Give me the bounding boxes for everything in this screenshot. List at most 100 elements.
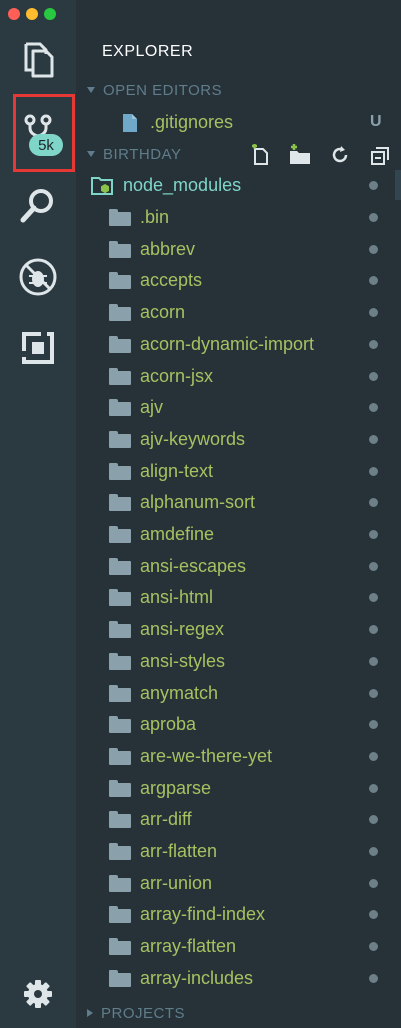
file-icon (123, 113, 137, 132)
folder-name: ansi-html (140, 587, 214, 607)
modified-dot (369, 372, 378, 381)
modified-dot (369, 879, 378, 888)
folder-row[interactable]: arr-union (76, 868, 401, 899)
root-folder-name: node_modules (123, 175, 242, 195)
folder-row[interactable]: acorn-dynamic-import (76, 329, 401, 360)
folder-name: alphanum-sort (140, 492, 256, 512)
modified-dot (369, 689, 378, 698)
folder-name: ajv-keywords (140, 429, 246, 449)
folder-icon (109, 272, 131, 289)
close-window-button[interactable] (8, 8, 20, 20)
folder-row[interactable]: ansi-styles (76, 646, 401, 677)
modified-dot (369, 784, 378, 793)
folder-icon (109, 843, 131, 860)
folder-icon (109, 875, 131, 892)
folder-name: ajv (140, 397, 164, 417)
folder-row[interactable]: are-we-there-yet (76, 741, 401, 772)
folder-row[interactable]: argparse (76, 773, 401, 804)
folder-icon (109, 938, 131, 955)
explorer-sidebar: EXPLORER OPEN EDITORS .gitignores U BIRT… (76, 0, 401, 1028)
folder-row[interactable]: ansi-escapes (76, 551, 401, 582)
modified-dot (369, 720, 378, 729)
open-editor-item[interactable]: .gitignores (76, 107, 401, 138)
folder-icon (109, 685, 131, 702)
extensions-icon[interactable] (0, 331, 76, 365)
folder-name: ansi-regex (140, 619, 225, 639)
modified-dot (369, 181, 378, 190)
folder-icon (109, 716, 131, 733)
folder-row[interactable]: ansi-html (76, 582, 401, 613)
maximize-window-button[interactable] (44, 8, 56, 20)
folder-row[interactable]: ajv (76, 392, 401, 423)
debug-icon[interactable] (0, 256, 76, 298)
folder-name: amdefine (140, 524, 215, 544)
folder-row[interactable]: ajv-keywords (76, 424, 401, 455)
folder-icon (109, 399, 131, 416)
modified-dot (369, 403, 378, 412)
folder-row[interactable]: ansi-regex (76, 614, 401, 645)
folder-row[interactable]: acorn-jsx (76, 361, 401, 392)
projects-section[interactable]: PROJECTS (76, 1001, 401, 1025)
open-editors-section[interactable]: OPEN EDITORS (76, 78, 401, 102)
explorer-title: EXPLORER (102, 43, 194, 60)
chevron-down-icon (87, 151, 95, 157)
folder-row[interactable]: .bin (76, 202, 401, 233)
folder-row[interactable]: amdefine (76, 519, 401, 550)
folder-icon (109, 304, 131, 321)
node-folder-icon (91, 177, 113, 195)
folder-name: anymatch (140, 683, 219, 703)
folder-row[interactable]: abbrev (76, 234, 401, 265)
folder-row[interactable]: alphanum-sort (76, 487, 401, 518)
activity-bar: 5k (0, 0, 76, 1028)
folder-name: align-text (140, 461, 214, 481)
folder-name: ansi-styles (140, 651, 226, 671)
modified-dot (369, 815, 378, 824)
folder-row[interactable]: aproba (76, 709, 401, 740)
folder-row[interactable]: accepts (76, 265, 401, 296)
modified-dot (369, 467, 378, 476)
folder-name: argparse (140, 778, 212, 798)
open-editor-filename: .gitignores (150, 112, 234, 132)
folder-name: acorn-dynamic-import (140, 334, 315, 354)
folder-row[interactable]: anymatch (76, 678, 401, 709)
modified-dot (369, 562, 378, 571)
folder-row[interactable]: array-find-index (76, 899, 401, 930)
project-section[interactable]: BIRTHDAY (76, 142, 401, 166)
folder-icon (109, 526, 131, 543)
projects-label: PROJECTS (101, 1004, 186, 1022)
folder-row[interactable]: arr-diff (76, 804, 401, 835)
folder-name: abbrev (140, 239, 196, 259)
folder-icon (109, 748, 131, 765)
root-folder-row[interactable]: node_modules (76, 170, 401, 201)
modified-dot (369, 974, 378, 983)
gear-icon[interactable] (0, 979, 76, 1009)
folder-icon (109, 970, 131, 987)
minimize-window-button[interactable] (26, 8, 38, 20)
files-icon[interactable] (0, 40, 76, 78)
window-controls (8, 8, 56, 20)
folder-name: arr-diff (140, 809, 192, 829)
new-file-icon[interactable] (250, 143, 272, 171)
modified-dot (369, 340, 378, 349)
folder-icon (109, 811, 131, 828)
folder-row[interactable]: array-includes (76, 963, 401, 994)
folder-row[interactable]: align-text (76, 456, 401, 487)
folder-row[interactable]: arr-flatten (76, 836, 401, 867)
refresh-icon[interactable] (329, 144, 351, 171)
folder-icon (109, 589, 131, 606)
collapse-all-icon[interactable] (370, 144, 392, 171)
folder-icon (109, 431, 131, 448)
folder-row[interactable]: array-flatten (76, 931, 401, 962)
modified-dot (369, 213, 378, 222)
modified-dot (369, 847, 378, 856)
folder-row[interactable]: acorn (76, 297, 401, 328)
folder-icon (109, 653, 131, 670)
search-icon[interactable] (0, 186, 76, 224)
modified-dot (369, 276, 378, 285)
folder-name: aproba (140, 714, 197, 734)
folder-name: .bin (140, 207, 170, 227)
open-editors-label: OPEN EDITORS (103, 81, 223, 99)
modified-dot (369, 308, 378, 317)
modified-dot (369, 910, 378, 919)
new-folder-icon[interactable] (288, 144, 312, 171)
